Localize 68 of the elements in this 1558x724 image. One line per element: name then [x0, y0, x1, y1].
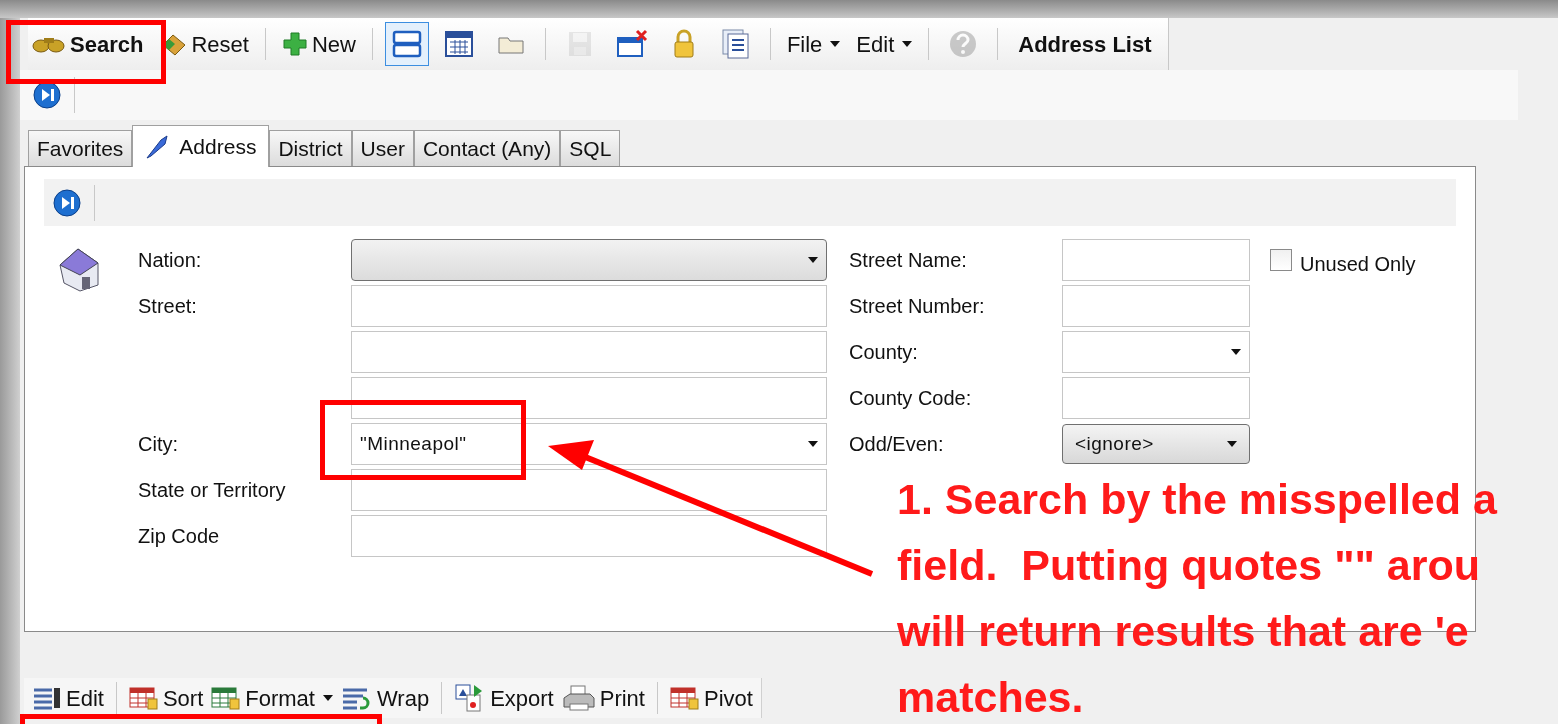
annotation-text: will return results that are 'e — [897, 606, 1470, 657]
toolbar-button[interactable]: Pivot — [670, 681, 753, 715]
toolbar-button[interactable]: Print — [561, 681, 645, 715]
lock-icon — [671, 29, 696, 59]
tab[interactable]: Contact (Any) — [413, 130, 561, 166]
field-label: Nation: — [138, 249, 202, 271]
input-field[interactable] — [351, 377, 827, 419]
field-label: State or Territory — [138, 479, 286, 501]
field-label: Odd/Even: — [849, 433, 944, 455]
tab[interactable]: District — [269, 130, 352, 166]
table-icon — [128, 686, 159, 710]
document-list-icon — [720, 28, 751, 60]
annotation-text: field. Putting quotes "" arou — [897, 540, 1482, 591]
calendar-icon — [443, 29, 474, 59]
caret-icon — [830, 41, 841, 47]
caret-icon — [902, 41, 913, 47]
tab[interactable]: Favorites — [28, 130, 133, 166]
tab[interactable]: SQL — [560, 130, 621, 166]
toolbar-button[interactable]: Wrap — [340, 681, 430, 715]
toolbar-button[interactable]: Export — [454, 681, 554, 715]
plus-icon — [281, 31, 308, 57]
menu-button[interactable]: Edit — [852, 27, 917, 61]
caret-icon — [808, 441, 818, 447]
search-button[interactable]: Search — [28, 27, 148, 61]
toolbar-title: Address List — [1017, 30, 1153, 59]
checkbox-label: Unused Only — [1300, 252, 1416, 277]
caret-icon — [1227, 441, 1237, 447]
toolbar-button[interactable]: Reset — [155, 27, 253, 61]
annotation-text: 1. Search by the misspelled a — [897, 474, 1497, 525]
toolbar-button[interactable]: Format — [211, 681, 333, 715]
dropdown-field[interactable]: "Minneapol" — [351, 423, 827, 465]
window-delete-icon — [615, 29, 648, 59]
input-field[interactable] — [351, 469, 827, 511]
dropdown-field[interactable] — [351, 239, 827, 281]
toolbar-button[interactable]: New — [277, 27, 360, 61]
rows-icon — [391, 29, 422, 59]
caret-icon — [808, 257, 818, 263]
toolbar-button[interactable]: Edit — [32, 681, 104, 715]
table-icon — [670, 686, 700, 710]
help-icon — [948, 29, 979, 59]
field-label: County: — [849, 341, 918, 363]
input-field[interactable] — [1062, 377, 1250, 419]
tab[interactable]: User — [351, 130, 414, 166]
skip-icon[interactable] — [52, 187, 82, 218]
toolbar-button[interactable]: Sort — [128, 681, 204, 715]
checkbox[interactable] — [1270, 249, 1292, 271]
input-field[interactable] — [1062, 285, 1250, 327]
field-label: City: — [138, 433, 178, 455]
input-field[interactable] — [351, 331, 827, 373]
tab[interactable]: Address — [132, 125, 270, 167]
dropdown-field[interactable] — [1062, 331, 1250, 373]
field-label: Street: — [138, 295, 197, 317]
field-label: County Code: — [849, 387, 972, 409]
input-field[interactable] — [351, 285, 827, 327]
select-field[interactable]: <ignore> — [1062, 424, 1250, 464]
field-label: Street Number: — [849, 295, 985, 317]
printer-icon — [561, 684, 596, 712]
field-label: Street Name: — [849, 249, 967, 271]
list-edit-icon — [32, 686, 62, 710]
caret-icon — [322, 695, 333, 701]
field-label: Zip Code — [138, 525, 220, 547]
caret-icon — [1231, 349, 1241, 355]
input-field[interactable] — [351, 515, 827, 557]
icon-button[interactable] — [384, 22, 429, 66]
annotation-text: matches. — [897, 672, 1085, 723]
input-field[interactable] — [1062, 239, 1250, 281]
menu-button[interactable]: File — [782, 27, 845, 61]
table-icon — [211, 686, 242, 710]
